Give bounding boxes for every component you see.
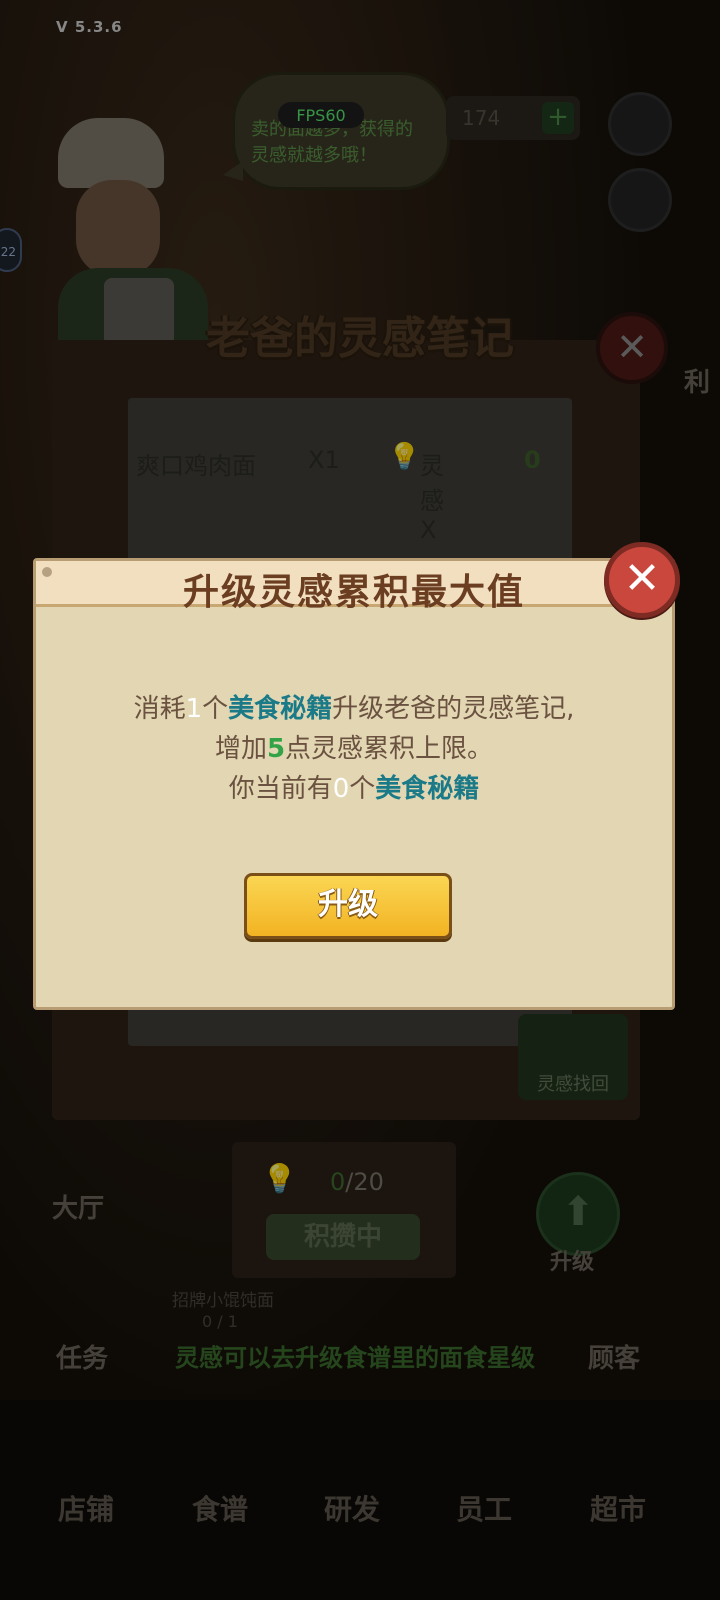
cost-count: 1 bbox=[185, 694, 203, 724]
upgrade-dialog: 升级灵感累积最大值 消耗1个美食秘籍升级老爸的灵感笔记, 增加5点灵感累积上限。… bbox=[33, 558, 675, 1010]
owned-count: 0 bbox=[332, 774, 350, 804]
increase-amount: 5 bbox=[266, 734, 286, 764]
upgrade-button[interactable]: 升级 bbox=[244, 873, 452, 939]
dialog-header: 升级灵感累积最大值 bbox=[36, 561, 672, 613]
message-line-2: 增加5点灵感累积上限。 bbox=[214, 734, 494, 764]
message-line-3: 你当前有0个美食秘籍 bbox=[228, 774, 480, 804]
item-name: 美食秘籍 bbox=[228, 694, 333, 724]
dialog-message: 消耗1个美食秘籍升级老爸的灵感笔记, 增加5点灵感累积上限。 你当前有0个美食秘… bbox=[36, 689, 672, 809]
message-line-1: 消耗1个美食秘籍升级老爸的灵感笔记, bbox=[133, 694, 575, 724]
item-name-owned: 美食秘籍 bbox=[375, 774, 480, 804]
dialog-title: 升级灵感累积最大值 bbox=[182, 572, 525, 613]
close-icon[interactable]: ✕ bbox=[604, 542, 680, 618]
